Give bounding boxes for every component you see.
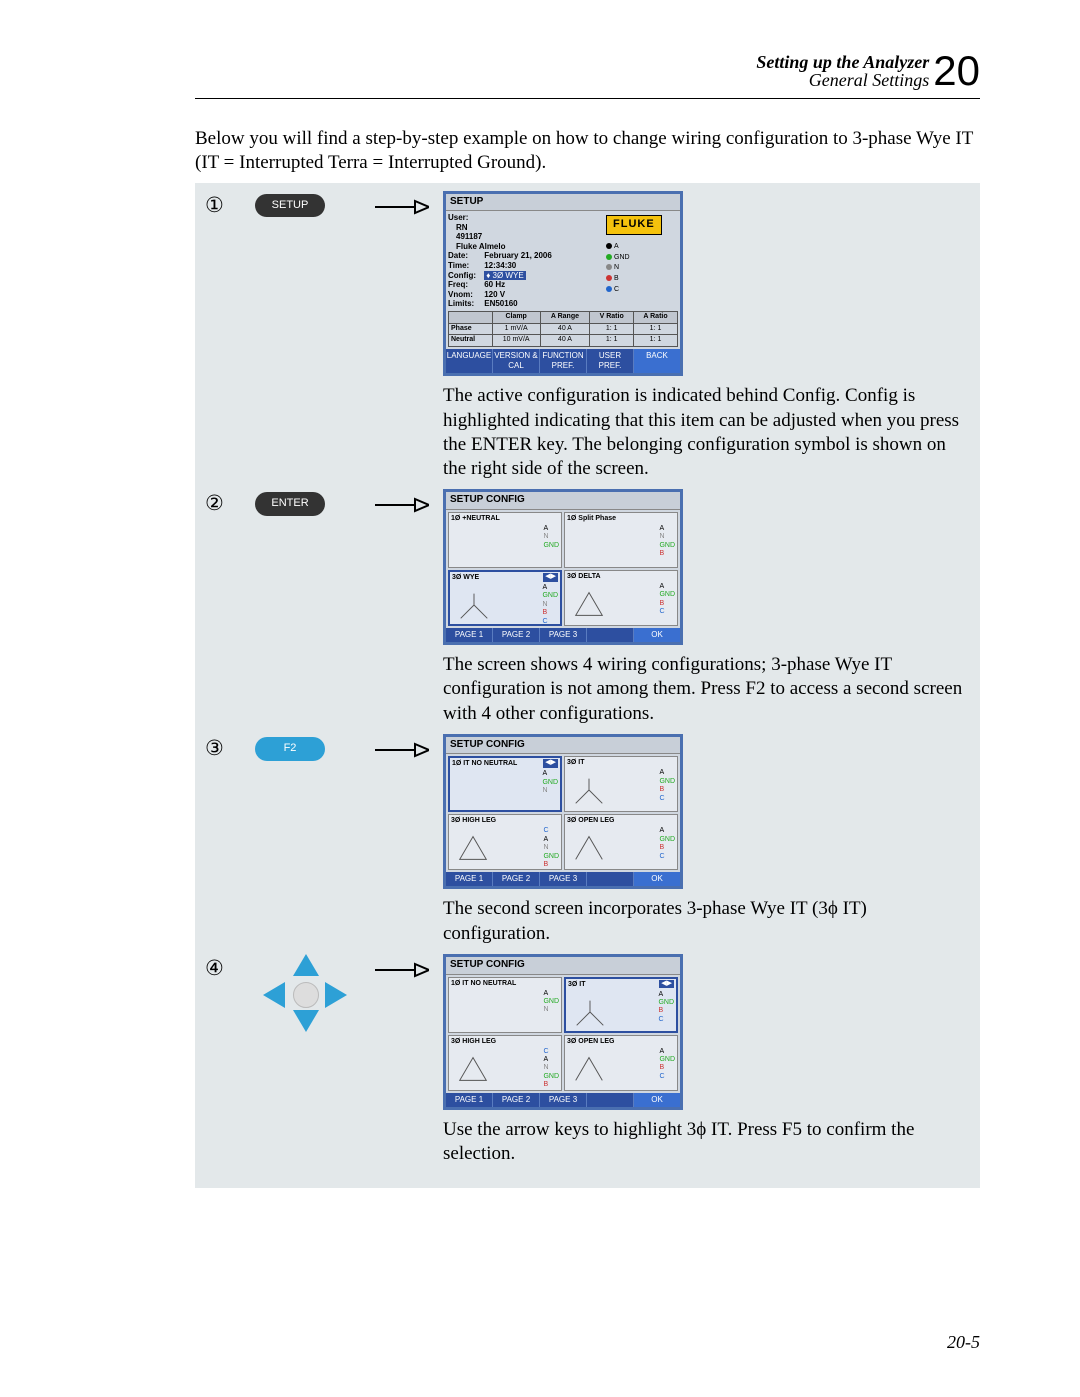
config-cell: 3Ø DELTA AGNDBC xyxy=(564,570,678,626)
steps-block: ① SETUP SETUP User: RN 491187 xyxy=(195,183,980,1189)
dpad-keys xyxy=(255,954,355,1032)
softkeys: PAGE 1 PAGE 2 PAGE 3 OK xyxy=(446,1093,680,1107)
arrow-left-icon xyxy=(263,982,285,1008)
config-cell: 1Ø +NEUTRALANGND xyxy=(448,512,562,568)
wye-icon xyxy=(569,771,609,809)
wye-icon xyxy=(454,586,494,624)
config-highlight: ♦ 3Ø WYE xyxy=(484,271,525,280)
screen-title: SETUP xyxy=(446,194,680,212)
header-rule xyxy=(195,98,980,99)
config-cell: 3Ø OPEN LEG AGNDBC xyxy=(564,1035,678,1091)
step4-description: Use the arrow keys to highlight 3ϕ IT. P… xyxy=(443,1118,972,1167)
dpad-center xyxy=(293,982,319,1008)
softkeys: PAGE 1 PAGE 2 PAGE 3 OK xyxy=(446,872,680,886)
config-cell: 3Ø OPEN LEG AGNDBC xyxy=(564,814,678,870)
selection-arrow-icon: ◀▶ xyxy=(543,573,558,582)
openleg-icon xyxy=(569,1050,609,1088)
config-cell: 1Ø IT NO NEUTRALAGNDN xyxy=(448,977,562,1033)
arrow-down-icon xyxy=(293,1010,319,1032)
header-title: Setting up the Analyzer xyxy=(756,53,929,71)
config-cell: 3Ø IT AGNDBC xyxy=(564,756,678,812)
setup-key: SETUP xyxy=(255,194,325,218)
config-cell-selected: 3Ø IT◀▶ AGNDBC xyxy=(564,977,678,1033)
openleg-icon xyxy=(569,829,609,867)
page-number: 20-5 xyxy=(947,1331,980,1354)
clamp-table: Clamp A Range V Ratio A Ratio Phase 1 mV… xyxy=(448,311,678,347)
step-3: ③ F2 SETUP CONFIG 1Ø IT NO NEUTRAL◀▶AGND… xyxy=(205,734,972,950)
wye-icon xyxy=(570,993,610,1031)
intro-paragraph: Below you will find a step-by-step examp… xyxy=(195,127,980,175)
config-cell: 3Ø HIGH LEG CANGNDB xyxy=(448,1035,562,1091)
step-4: ④ SETUP CONFIG 1Ø IT NO NEUTRALAGNDN xyxy=(205,954,972,1170)
page-header: Setting up the Analyzer General Settings… xyxy=(195,50,980,92)
step-marker-4: ④ xyxy=(205,954,247,982)
softkeys: LANGUAGE VERSION & CAL FUNCTION PREF. US… xyxy=(446,349,680,373)
chapter-number: 20 xyxy=(933,50,980,92)
enter-key: ENTER xyxy=(255,492,325,516)
arrow-icon xyxy=(373,740,429,760)
delta-icon xyxy=(453,1050,493,1088)
config-cell: 3Ø HIGH LEG CANGNDB xyxy=(448,814,562,870)
step2-description: The screen shows 4 wiring configurations… xyxy=(443,653,972,726)
config-cell-selected: 3Ø WYE◀▶ AGNDNBC xyxy=(448,570,562,626)
step-marker-3: ③ xyxy=(205,734,247,762)
step1-description: The active configuration is indicated be… xyxy=(443,384,972,481)
config-cell: 1Ø Split PhaseANGNDB xyxy=(564,512,678,568)
delta-icon xyxy=(569,585,609,623)
setup-screen: SETUP User: RN 491187 Fluke Almelo Date:… xyxy=(443,191,683,377)
step-marker-2: ② xyxy=(205,489,247,517)
config-screen-2: SETUP CONFIG 1Ø IT NO NEUTRAL◀▶AGNDN 3Ø … xyxy=(443,734,683,890)
fluke-logo: FLUKE xyxy=(606,215,662,235)
arrow-up-icon xyxy=(293,954,319,976)
arrow-icon xyxy=(373,960,429,980)
config-screen-1: SETUP CONFIG 1Ø +NEUTRALANGND 1Ø Split P… xyxy=(443,489,683,645)
step3-description: The second screen incorporates 3-phase W… xyxy=(443,897,972,946)
config-cell-selected: 1Ø IT NO NEUTRAL◀▶AGNDN xyxy=(448,756,562,812)
selection-arrow-icon: ◀▶ xyxy=(543,759,558,768)
f2-key: F2 xyxy=(255,737,325,761)
delta-icon xyxy=(453,829,493,867)
header-subtitle: General Settings xyxy=(756,71,929,89)
step-2: ② ENTER SETUP CONFIG 1Ø +NEUTRALANGND 1Ø… xyxy=(205,489,972,729)
arrow-right-icon xyxy=(325,982,347,1008)
selection-arrow-icon: ◀▶ xyxy=(659,980,674,989)
step-1: ① SETUP SETUP User: RN 491187 xyxy=(205,191,972,486)
arrow-icon xyxy=(373,495,429,515)
softkeys: PAGE 1 PAGE 2 PAGE 3 OK xyxy=(446,628,680,642)
arrow-icon xyxy=(373,197,429,217)
step-marker-1: ① xyxy=(205,191,247,219)
config-screen-3: SETUP CONFIG 1Ø IT NO NEUTRALAGNDN 3Ø IT… xyxy=(443,954,683,1110)
